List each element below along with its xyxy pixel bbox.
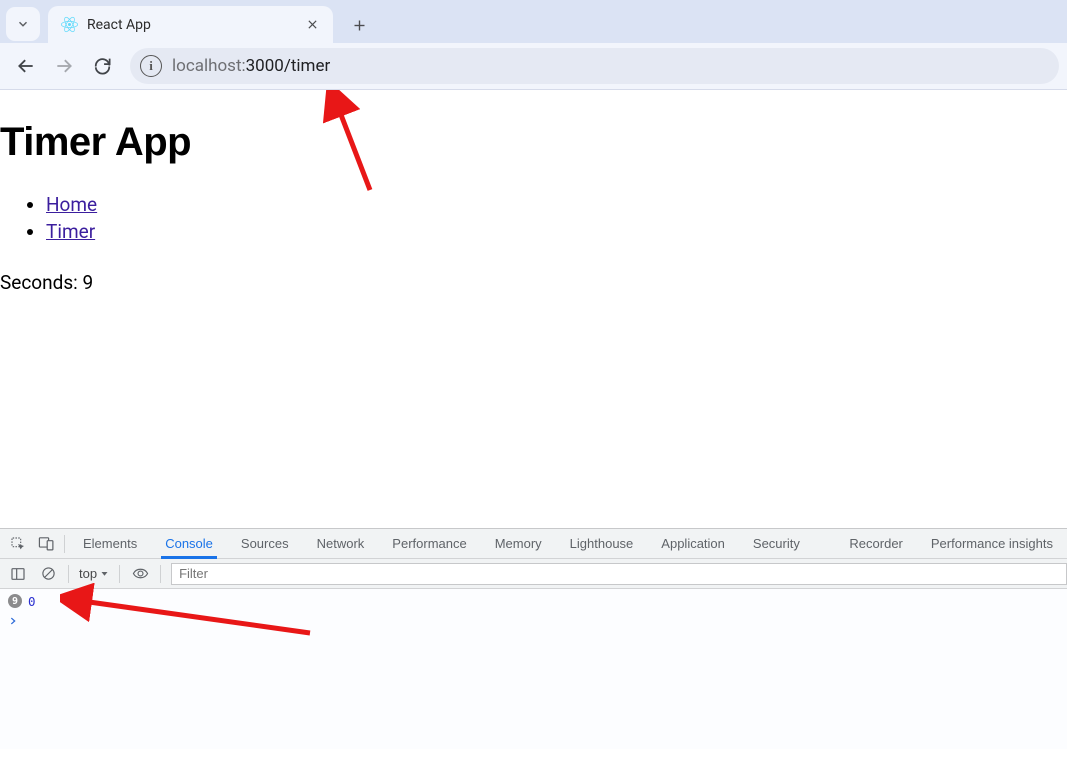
device-toolbar-button[interactable] bbox=[32, 530, 60, 558]
forward-button[interactable] bbox=[46, 48, 82, 84]
devtools-tab-lighthouse[interactable]: Lighthouse bbox=[556, 529, 648, 559]
nav-list: Home Timer bbox=[46, 193, 1067, 243]
devtools-tab-recorder[interactable]: Recorder bbox=[835, 529, 916, 559]
seconds-text: Seconds: 9 bbox=[0, 271, 1067, 294]
log-count-badge: 9 bbox=[8, 594, 22, 608]
nav-link-timer[interactable]: Timer bbox=[46, 220, 95, 243]
devtools-tab-performance[interactable]: Performance bbox=[378, 529, 480, 559]
page-heading: Timer App bbox=[0, 120, 1067, 165]
tab-strip: React App bbox=[0, 0, 1067, 43]
url-text: localhost:3000/timer bbox=[172, 56, 330, 76]
back-button[interactable] bbox=[8, 48, 44, 84]
devtools-tabs: Elements Console Sources Network Perform… bbox=[0, 529, 1067, 559]
address-bar[interactable]: i localhost:3000/timer bbox=[130, 48, 1059, 84]
browser-toolbar: i localhost:3000/timer bbox=[0, 43, 1067, 90]
browser-chrome: React App i localhost:3000/timer bbox=[0, 0, 1067, 90]
nav-link-home[interactable]: Home bbox=[46, 193, 97, 216]
inspect-element-button[interactable] bbox=[4, 530, 32, 558]
page-content: Timer App Home Timer Seconds: 9 bbox=[0, 90, 1067, 528]
tab-close-button[interactable] bbox=[303, 16, 321, 34]
log-value: 0 bbox=[28, 594, 36, 609]
reload-button[interactable] bbox=[84, 48, 120, 84]
devtools-tab-network[interactable]: Network bbox=[303, 529, 379, 559]
devtools-tab-sources[interactable]: Sources bbox=[227, 529, 303, 559]
console-filter-input[interactable] bbox=[171, 563, 1067, 585]
devtools-tab-console[interactable]: Console bbox=[151, 529, 227, 559]
devtools-tab-application[interactable]: Application bbox=[647, 529, 739, 559]
console-toolbar: top bbox=[0, 559, 1067, 589]
browser-tab[interactable]: React App bbox=[48, 6, 333, 43]
devtools-tab-memory[interactable]: Memory bbox=[481, 529, 556, 559]
react-favicon-icon bbox=[60, 16, 78, 34]
devtools-tab-elements[interactable]: Elements bbox=[69, 529, 151, 559]
tab-title: React App bbox=[87, 17, 294, 33]
clear-console-button[interactable] bbox=[34, 561, 62, 587]
new-tab-button[interactable] bbox=[343, 9, 375, 41]
devtools-tab-perf-insights[interactable]: Performance insights bbox=[917, 529, 1067, 559]
console-output[interactable]: 9 0 bbox=[0, 589, 1067, 749]
console-context-selector[interactable]: top bbox=[75, 566, 113, 581]
devtools-panel: Elements Console Sources Network Perform… bbox=[0, 528, 1067, 749]
console-prompt[interactable] bbox=[8, 615, 1067, 630]
devtools-tab-security[interactable]: Security bbox=[739, 529, 814, 559]
console-sidebar-toggle[interactable] bbox=[4, 561, 32, 587]
tabs-dropdown-button[interactable] bbox=[6, 7, 40, 41]
live-expression-button[interactable] bbox=[126, 561, 154, 587]
console-log-line[interactable]: 9 0 bbox=[8, 591, 1067, 611]
site-info-icon[interactable]: i bbox=[140, 55, 162, 77]
